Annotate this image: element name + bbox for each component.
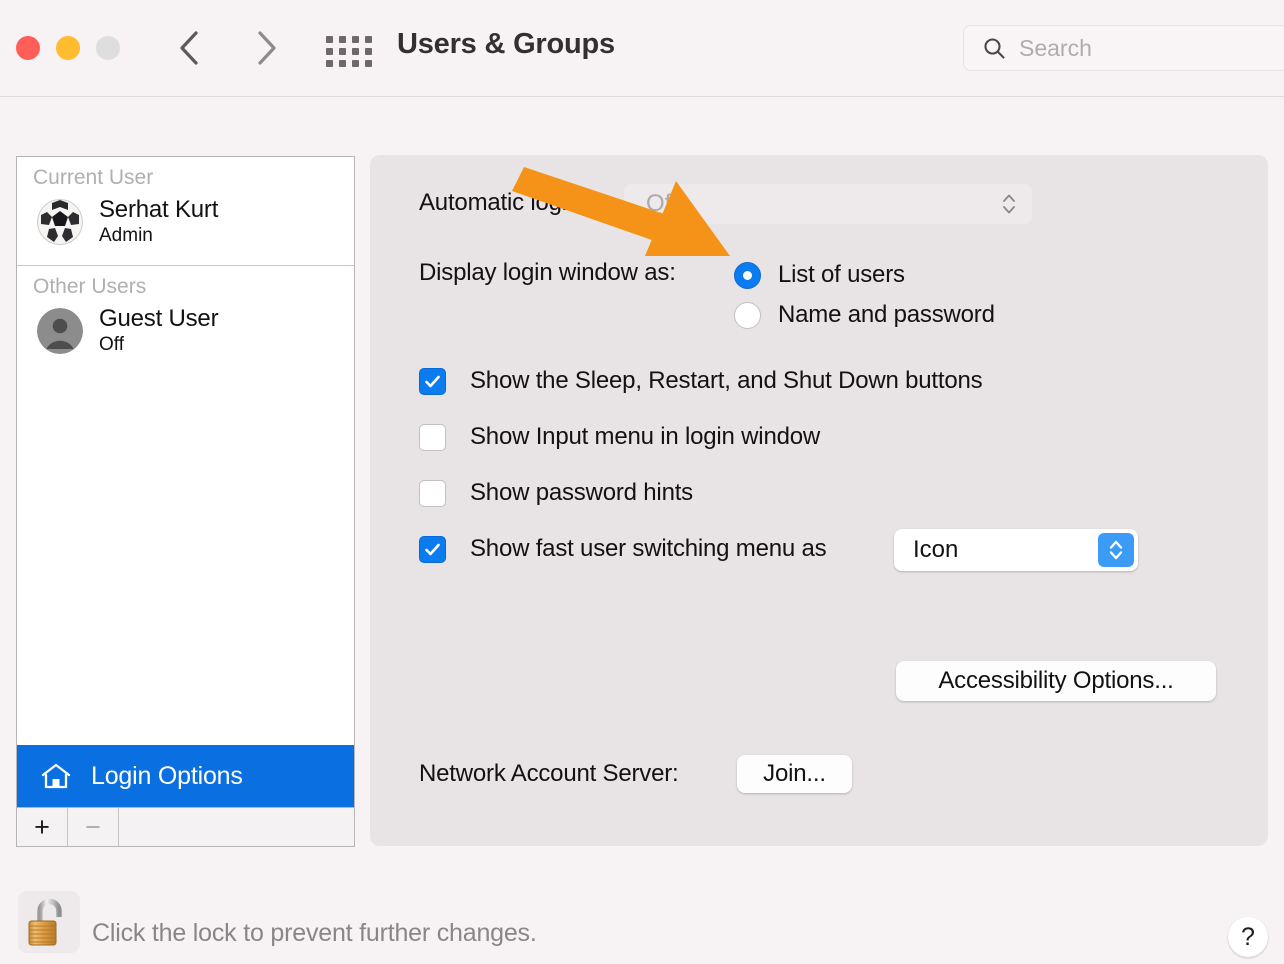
network-account-server-label: Network Account Server: xyxy=(419,760,679,787)
sidebar-toolbar: + − xyxy=(16,807,355,847)
checkmark-icon[interactable] xyxy=(419,535,446,563)
radio-label: Name and password xyxy=(778,301,995,328)
checkbox-show-input-menu[interactable]: Show Input menu in login window xyxy=(419,423,820,451)
checkbox-label: Show fast user switching menu as xyxy=(470,535,827,562)
chevron-right-icon xyxy=(254,28,280,68)
list-item-current-user[interactable]: Serhat Kurt Admin xyxy=(17,192,354,256)
house-icon xyxy=(39,759,73,793)
automatic-login-select[interactable]: Off xyxy=(624,184,1032,224)
minimize-button[interactable] xyxy=(56,36,80,60)
checkbox-show-password-hints[interactable]: Show password hints xyxy=(419,479,693,507)
user-info: Serhat Kurt Admin xyxy=(99,196,218,248)
user-role: Admin xyxy=(99,225,153,246)
page-title: Users & Groups xyxy=(397,28,615,60)
users-sidebar: Current User Serhat Kurt Admin Other Use… xyxy=(16,156,355,847)
open-padlock-icon xyxy=(25,896,73,948)
search-field[interactable]: Search xyxy=(963,25,1284,71)
checkbox-show-fast-user-switching[interactable]: Show fast user switching menu as xyxy=(419,535,827,563)
display-login-window-label: Display login window as: xyxy=(419,259,676,286)
close-button[interactable] xyxy=(16,36,40,60)
list-item-guest-user[interactable]: Guest User Off xyxy=(17,301,354,365)
checkbox-empty-icon[interactable] xyxy=(419,423,446,451)
checkbox-label: Show Input menu in login window xyxy=(470,423,821,450)
generic-person-avatar xyxy=(37,308,83,354)
chevron-left-icon xyxy=(176,28,202,68)
soccer-ball-avatar xyxy=(37,199,83,245)
fast-user-switching-select[interactable]: Icon xyxy=(894,529,1138,571)
zoom-button[interactable] xyxy=(96,36,120,60)
user-list: Current User Serhat Kurt Admin Other Use… xyxy=(16,156,355,745)
checkbox-show-sleep-restart-shutdown[interactable]: Show the Sleep, Restart, and Shut Down b… xyxy=(419,367,983,395)
automatic-login-value: Off xyxy=(646,190,678,217)
search-icon xyxy=(982,36,1006,60)
toolbar-filler xyxy=(119,808,354,846)
radio-button-selected-icon[interactable] xyxy=(734,261,761,289)
accessibility-options-button[interactable]: Accessibility Options... xyxy=(896,661,1216,701)
checkbox-label: Show the Sleep, Restart, and Shut Down b… xyxy=(470,367,983,394)
checkbox-empty-icon[interactable] xyxy=(419,479,446,507)
sidebar-item-label: Login Options xyxy=(91,761,243,790)
help-button[interactable]: ? xyxy=(1228,917,1268,957)
checkbox-label: Show password hints xyxy=(470,479,693,506)
join-button[interactable]: Join... xyxy=(737,755,852,793)
user-role: Off xyxy=(99,334,124,355)
traffic-light-buttons xyxy=(16,36,120,60)
search-input[interactable]: Search xyxy=(1019,35,1092,62)
group-header-current-user: Current User xyxy=(33,166,154,189)
user-name: Serhat Kurt xyxy=(99,196,219,223)
fast-user-switching-value: Icon xyxy=(913,536,959,563)
chevron-up-down-icon[interactable] xyxy=(1098,533,1134,567)
lock-message: Click the lock to prevent further change… xyxy=(92,919,537,947)
window-titlebar: Users & Groups Search xyxy=(0,0,1284,97)
grid-view-icon[interactable] xyxy=(326,30,372,68)
group-header-other-users: Other Users xyxy=(33,275,147,298)
forward-button[interactable] xyxy=(246,27,288,69)
user-info: Guest User Off xyxy=(99,305,219,357)
radio-list-of-users[interactable]: List of users xyxy=(734,261,905,289)
user-name: Guest User xyxy=(99,305,219,332)
chevron-up-down-icon xyxy=(1000,191,1018,217)
add-user-button[interactable]: + xyxy=(17,808,68,846)
radio-name-and-password[interactable]: Name and password xyxy=(734,301,995,329)
radio-label: List of users xyxy=(778,261,905,288)
sidebar-item-login-options[interactable]: Login Options xyxy=(16,745,355,807)
remove-user-button: − xyxy=(68,808,119,846)
back-button[interactable] xyxy=(168,27,210,69)
checkmark-icon[interactable] xyxy=(419,367,446,395)
radio-button-unselected-icon[interactable] xyxy=(734,301,761,329)
automatic-login-label: Automatic login: xyxy=(419,189,587,216)
lock-button[interactable] xyxy=(18,891,80,953)
